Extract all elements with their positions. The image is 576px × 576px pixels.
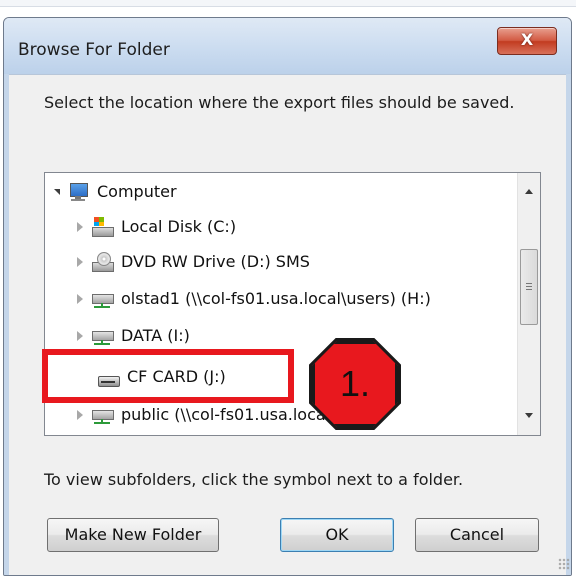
tree-item-label: Local Disk (C:) — [121, 217, 237, 236]
network-drive-icon — [91, 289, 114, 309]
network-drive-icon — [91, 405, 114, 425]
computer-icon — [67, 182, 89, 202]
instruction-text: Select the location where the export fil… — [44, 93, 515, 112]
tree-item-computer[interactable]: Computer — [45, 179, 515, 207]
close-icon: X — [520, 30, 534, 49]
tree-item-label: Computer — [97, 182, 177, 201]
resize-grip-icon[interactable] — [558, 558, 570, 570]
dvd-drive-icon — [91, 252, 114, 272]
ok-button[interactable]: OK — [280, 518, 394, 552]
expanded-arrow-icon[interactable] — [54, 189, 60, 195]
collapsed-arrow-icon[interactable] — [77, 257, 83, 267]
tree-item-label: olstad1 (\\col-fs01.usa.local\users) (H:… — [121, 289, 431, 308]
window-frame-right — [566, 74, 571, 575]
network-drive-icon — [91, 326, 114, 346]
highlight-box — [42, 349, 294, 403]
cancel-button[interactable]: Cancel — [415, 518, 539, 552]
scroll-down-arrow-icon[interactable] — [525, 413, 533, 418]
tree-item-label: DATA (I:) — [121, 326, 190, 345]
make-new-folder-button[interactable]: Make New Folder — [47, 518, 219, 552]
hint-text: To view subfolders, click the symbol nex… — [44, 470, 464, 489]
collapsed-arrow-icon[interactable] — [77, 410, 83, 420]
scroll-up-arrow-icon[interactable] — [525, 189, 533, 194]
collapsed-arrow-icon[interactable] — [77, 222, 83, 232]
tree-item-local-disk[interactable]: Local Disk (C:) — [45, 214, 515, 242]
close-button[interactable]: X — [497, 27, 557, 55]
scroll-thumb[interactable] — [520, 249, 538, 325]
collapsed-arrow-icon[interactable] — [77, 331, 83, 341]
tree-item-data[interactable]: DATA (I:) — [45, 323, 515, 351]
tree-item-olstad1[interactable]: olstad1 (\\col-fs01.usa.local\users) (H:… — [45, 286, 515, 314]
background-edge — [0, 0, 576, 7]
title-bar: Browse For Folder X — [4, 18, 571, 75]
step-badge: 1. — [312, 341, 398, 427]
window-frame-left — [4, 74, 9, 575]
grip-icon — [526, 283, 532, 284]
local-disk-icon — [91, 217, 114, 237]
tree-item-dvd-drive[interactable]: DVD RW Drive (D:) SMS — [45, 249, 515, 277]
step-number: 1. — [339, 363, 371, 404]
collapsed-arrow-icon[interactable] — [77, 294, 83, 304]
tree-scrollbar[interactable] — [517, 173, 540, 435]
tree-item-label: DVD RW Drive (D:) SMS — [121, 252, 310, 271]
tree-item-public[interactable]: public (\\col-fs01.usa.local) (P:) — [45, 402, 515, 430]
dialog-title: Browse For Folder — [18, 40, 170, 60]
